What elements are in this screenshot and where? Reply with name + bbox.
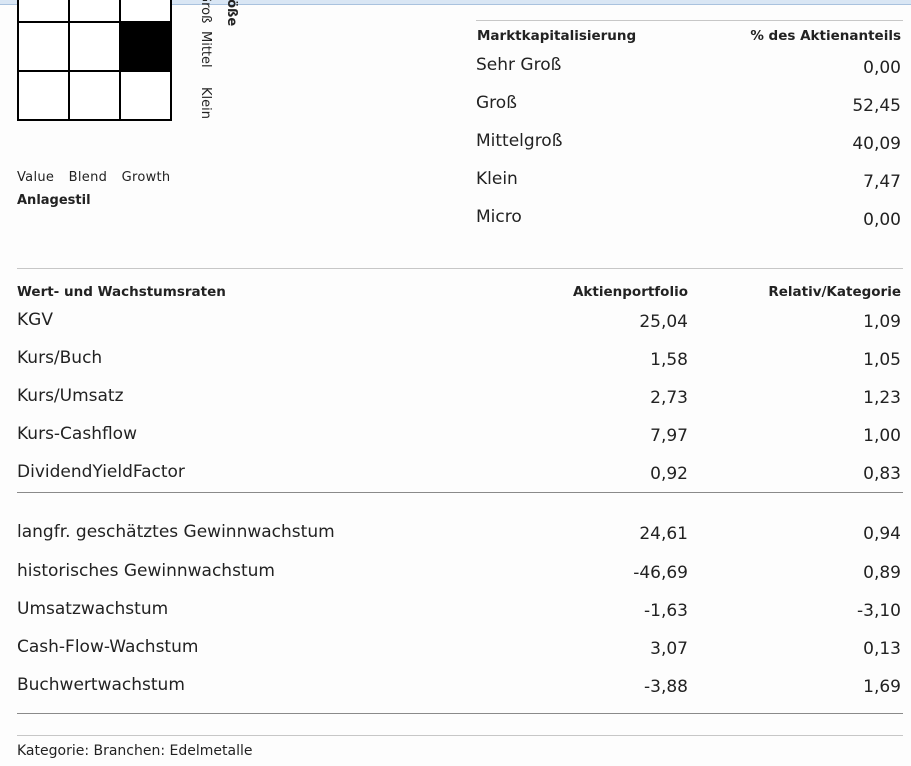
valuation-row-portfolio: 25,04 <box>639 312 688 332</box>
style-cell-large-growth <box>119 0 172 23</box>
marketcap-row-label: Groß <box>476 93 517 113</box>
growth-row-label: historisches Gewinnwachstum <box>17 561 275 581</box>
style-label-growth: Growth <box>121 170 171 185</box>
growth-row-label: Buchwertwachstum <box>17 675 185 695</box>
growth-row-portfolio: -46,69 <box>633 563 688 583</box>
style-axis-labels: Value Blend Growth <box>17 170 180 185</box>
growth-row-portfolio: 3,07 <box>650 639 688 659</box>
growth-row-relative: 0,13 <box>863 639 901 659</box>
growth-row-portfolio: 24,61 <box>639 524 688 544</box>
style-cell-small-value <box>17 70 70 121</box>
growth-row-label: langfr. geschätztes Gewinnwachstum <box>17 522 335 542</box>
marketcap-row-label: Klein <box>476 169 518 189</box>
size-label-large: Groß <box>198 0 213 24</box>
valuation-row-label: KGV <box>17 310 53 330</box>
valuation-row-relative: 1,05 <box>863 350 901 370</box>
valuation-row-label: DividendYieldFactor <box>17 462 185 482</box>
marketcap-row-label: Mittelgroß <box>476 131 563 151</box>
growth-row-relative: -3,10 <box>857 601 901 621</box>
style-cell-small-growth <box>119 70 172 121</box>
size-label-mid: Mittel <box>198 31 213 68</box>
growth-row-relative: 0,94 <box>863 524 901 544</box>
marketcap-row-value: 40,09 <box>852 134 901 154</box>
marketcap-row-value: 52,45 <box>852 96 901 116</box>
valuation-row-label: Kurs-Cashflow <box>17 424 137 444</box>
marketcap-row-value: 0,00 <box>863 58 901 78</box>
valuation-row-portfolio: 0,92 <box>650 464 688 484</box>
growth-row-portfolio: -3,88 <box>644 677 688 697</box>
valuation-row-label: Kurs/Buch <box>17 348 103 368</box>
style-cell-large-blend <box>68 0 121 23</box>
style-label-value: Value <box>17 170 55 185</box>
valuation-row-relative: 1,00 <box>863 426 901 446</box>
marketcap-row-value: 0,00 <box>863 210 901 230</box>
valuation-row-portfolio: 1,58 <box>650 350 688 370</box>
growth-row-portfolio: -1,63 <box>644 601 688 621</box>
style-cell-mid-blend <box>68 21 121 72</box>
marketcap-row-label: Sehr Groß <box>476 55 562 75</box>
valuation-header-portfolio: Aktienportfolio <box>572 284 688 300</box>
style-cell-mid-growth <box>119 21 172 72</box>
valuation-row-portfolio: 7,97 <box>650 426 688 446</box>
valuation-bottom-divider <box>17 713 903 714</box>
valuation-mid-divider <box>17 492 903 493</box>
style-axis-title: Anlagestil <box>17 193 91 208</box>
style-cell-large-value <box>17 0 70 23</box>
size-label-small: Klein <box>198 87 213 119</box>
growth-row-label: Cash-Flow-Wachstum <box>17 637 199 657</box>
valuation-row-relative: 1,09 <box>863 312 901 332</box>
growth-row-relative: 1,69 <box>863 677 901 697</box>
marketcap-row-label: Micro <box>476 207 522 227</box>
style-cell-small-blend <box>68 70 121 121</box>
valuation-header-relative: Relativ/Kategorie <box>768 284 901 300</box>
valuation-row-portfolio: 2,73 <box>650 388 688 408</box>
valuation-top-divider <box>17 268 903 269</box>
marketcap-row-value: 7,47 <box>863 172 901 192</box>
size-axis-title: Größe <box>224 0 239 27</box>
style-label-blend: Blend <box>68 170 108 185</box>
valuation-header-label: Wert- und Wachstumsraten <box>17 284 226 300</box>
growth-row-relative: 0,89 <box>863 563 901 583</box>
footer-divider <box>17 735 903 736</box>
growth-row-label: Umsatzwachstum <box>17 599 169 619</box>
category-footer: Kategorie: Branchen: Edelmetalle <box>17 743 253 759</box>
style-box-grid <box>17 0 172 121</box>
marketcap-header-value: % des Aktienanteils <box>750 28 901 44</box>
valuation-row-label: Kurs/Umsatz <box>17 386 124 406</box>
valuation-row-relative: 1,23 <box>863 388 901 408</box>
marketcap-top-divider <box>476 20 903 21</box>
valuation-row-relative: 0,83 <box>863 464 901 484</box>
style-cell-mid-value <box>17 21 70 72</box>
